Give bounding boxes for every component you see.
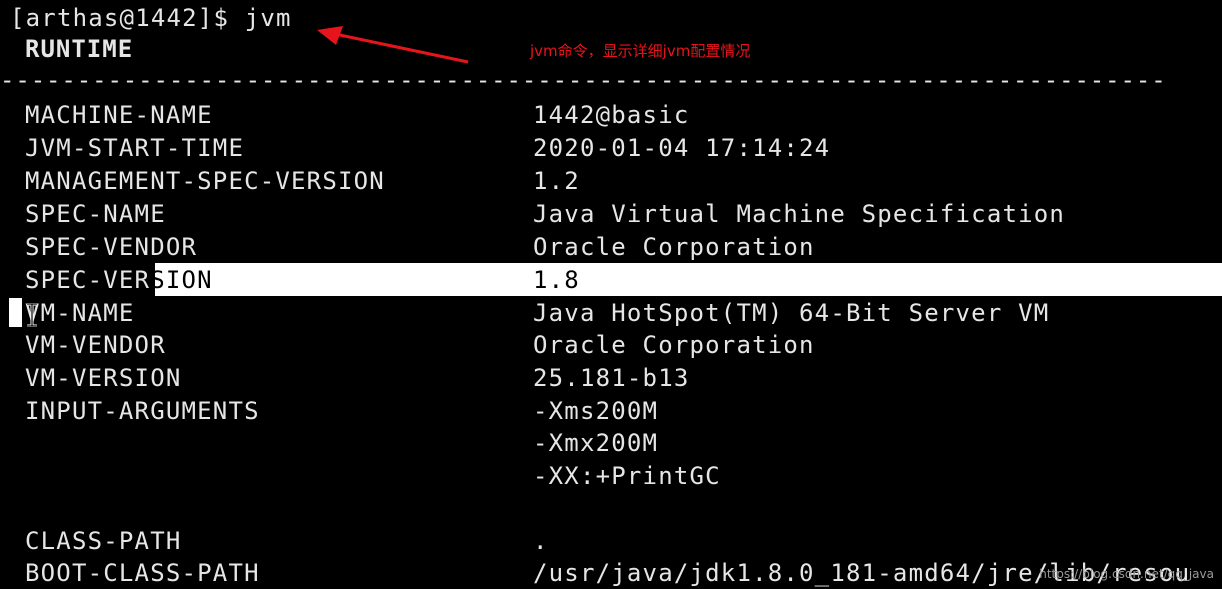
table-row: -XX:+PrintGC (0, 460, 1222, 493)
row-value: 1.2 (533, 167, 580, 195)
divider-line: ----------------------------------------… (0, 66, 1167, 94)
ibeam-cursor-icon (27, 303, 37, 327)
row-value: 1442@basic (533, 101, 690, 129)
row-key: SPEC-NAME (25, 200, 166, 228)
watermark-text: https://blog.csdn.net/qq_java (1039, 567, 1214, 581)
table-row: CLASS-PATH . (0, 525, 1222, 558)
table-row: JVM-START-TIME 2020-01-04 17:14:24 (0, 132, 1222, 165)
table-row: MANAGEMENT-SPEC-VERSION 1.2 (0, 165, 1222, 198)
row-key: VM-VENDOR (25, 331, 166, 359)
terminal-window[interactable]: [arthas@1442]$ jvm RUNTIME -------------… (0, 0, 1222, 589)
annotation-label: jvm命令，显示详细jvm配置情况 (530, 42, 751, 60)
row-key: SPEC-VERSION (25, 264, 213, 297)
row-key: CLASS-PATH (25, 527, 182, 555)
table-row: VM-NAME Java HotSpot(TM) 64-Bit Server V… (0, 297, 1222, 330)
row-value: . (533, 527, 549, 555)
row-key: INPUT-ARGUMENTS (25, 397, 260, 425)
command-prompt: [arthas@1442]$ jvm (10, 4, 292, 32)
row-value: -Xmx200M (533, 429, 659, 457)
row-key: SPEC-VENDOR (25, 233, 198, 261)
row-value: Java HotSpot(TM) 64-Bit Server VM (533, 299, 1050, 327)
table-row: -Xmx200M (0, 427, 1222, 460)
table-row: VM-VENDOR Oracle Corporation (0, 329, 1222, 362)
row-value: 2020-01-04 17:14:24 (533, 134, 831, 162)
row-key: JVM-START-TIME (25, 134, 245, 162)
table-row: VM-VERSION 25.181-b13 (0, 362, 1222, 395)
row-key: BOOT-CLASS-PATH (25, 559, 260, 587)
table-row: INPUT-ARGUMENTS -Xms200M (0, 395, 1222, 428)
row-key-selected: SION (150, 266, 213, 294)
row-key: VM-NAME (25, 299, 135, 327)
row-key: MANAGEMENT-SPEC-VERSION (25, 167, 385, 195)
text-cursor (9, 298, 22, 327)
table-row: MACHINE-NAME 1442@basic (0, 99, 1222, 132)
row-key: VM-VERSION (25, 364, 182, 392)
row-value: -XX:+PrintGC (533, 462, 721, 490)
row-value: Java Virtual Machine Specification (533, 200, 1066, 228)
row-value: Oracle Corporation (533, 233, 815, 261)
row-value: Oracle Corporation (533, 331, 815, 359)
row-value: -Xms200M (533, 397, 659, 425)
table-row: SPEC-NAME Java Virtual Machine Specifica… (0, 198, 1222, 231)
section-title: RUNTIME (25, 35, 134, 63)
row-key: MACHINE-NAME (25, 101, 213, 129)
row-value: 25.181-b13 (533, 364, 690, 392)
selected-table-row[interactable]: SPEC-VERSION 1.8 (0, 264, 1222, 297)
row-key-unselected: SPEC-VER (25, 266, 151, 294)
row-value: 1.8 (533, 266, 580, 294)
table-row: SPEC-VENDOR Oracle Corporation (0, 231, 1222, 264)
